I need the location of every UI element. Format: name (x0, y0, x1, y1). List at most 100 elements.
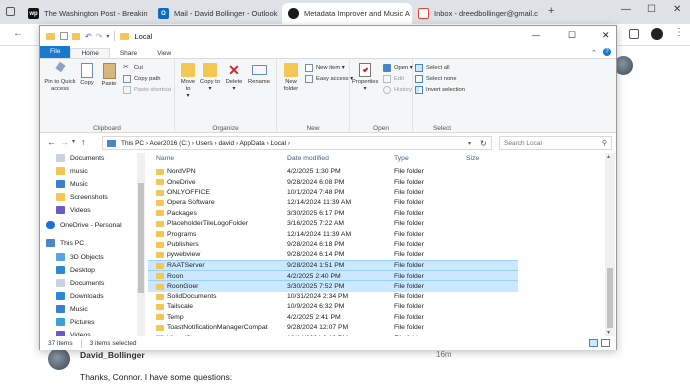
open-button[interactable]: Open ▾ (383, 64, 413, 72)
column-header-name[interactable]: Name (156, 155, 174, 162)
ribbon-collapse-icon[interactable]: ⌃ (591, 49, 597, 57)
nav-scrollbar[interactable] (137, 153, 145, 336)
large-icons-view-icon[interactable] (601, 339, 610, 347)
scroll-down-icon[interactable]: ▾ (607, 329, 610, 336)
nav-item[interactable]: Pictures (40, 316, 137, 328)
folder-icon (56, 167, 65, 175)
minimize-button[interactable]: — (621, 4, 631, 15)
select-all-button[interactable]: Select all (415, 64, 450, 72)
file-type: File folder (394, 262, 424, 270)
redo-icon[interactable]: ↷ (96, 32, 103, 41)
status-separator (80, 338, 82, 348)
copy-button[interactable]: Copy (78, 63, 96, 87)
details-view-icon[interactable] (589, 339, 598, 347)
nav-item[interactable]: music (40, 165, 137, 177)
close-icon[interactable]: × (148, 9, 150, 19)
avatar[interactable] (48, 348, 70, 370)
nav-item[interactable]: OneDrive - Personal (40, 219, 137, 231)
history-icon (383, 86, 391, 94)
edit-button[interactable]: Edit (383, 75, 404, 83)
delete-button[interactable]: ✕ Delete ▾ (223, 63, 245, 93)
invert-selection-button[interactable]: Invert selection (415, 86, 465, 94)
paste-button[interactable]: Paste (100, 63, 118, 88)
copy-path-button[interactable]: Copy path (123, 75, 160, 83)
cut-button[interactable]: ✂ Cut (123, 64, 143, 72)
window-close-button[interactable]: ✕ (673, 4, 681, 15)
properties-button[interactable]: Properties ▾ (352, 63, 378, 93)
new-item-button[interactable]: New item ▾ (305, 64, 345, 72)
minimize-button[interactable]: — (532, 31, 540, 40)
refresh-icon[interactable]: ↻ (480, 139, 487, 148)
nav-item[interactable]: Documents (40, 277, 137, 289)
history-button[interactable]: History (383, 86, 412, 94)
new-folder-icon (284, 63, 298, 77)
column-header-type[interactable]: Type (394, 155, 409, 162)
forward-icon[interactable]: → (60, 137, 69, 147)
item-count: 37 items (48, 339, 73, 347)
nav-item[interactable]: Videos (40, 204, 137, 216)
move-to-button[interactable]: Move to ▾ (178, 63, 198, 100)
column-header-date[interactable]: Date modified (287, 155, 329, 162)
browser-tab-outlook[interactable]: O Mail - David Bollinger - Outlook × (152, 3, 282, 24)
browser-tab-roon[interactable]: Metadata Improver and Music A × (282, 3, 412, 24)
close-icon[interactable]: × (538, 9, 542, 19)
properties-icon[interactable] (60, 32, 68, 40)
nav-item[interactable]: This PC (40, 237, 137, 249)
address-bar[interactable]: This PC › Acer2016 (C:) › Users › david … (102, 136, 492, 150)
nav-item[interactable]: Downloads (40, 290, 137, 302)
address-path: This PC › Acer2016 (C:) › Users › david … (121, 139, 291, 147)
copy-to-button[interactable]: Copy to ▾ (200, 63, 220, 93)
browser-tab-washington-post[interactable]: wp The Washington Post - Breakin × (22, 3, 150, 24)
select-none-button[interactable]: Select none (415, 75, 457, 83)
recent-locations-icon[interactable]: ▾ (72, 138, 75, 145)
address-dropdown-icon[interactable]: ▾ (468, 140, 471, 147)
maximize-button[interactable]: ☐ (647, 4, 656, 15)
qat-dropdown-icon[interactable]: ▾ (106, 33, 109, 40)
browser-tab-label: The Washington Post - Breakin (44, 9, 148, 18)
pin-quick-access-button[interactable]: Pin to Quick access (43, 61, 77, 93)
post-author[interactable]: David_Bollinger (80, 350, 145, 360)
paste-shortcut-button[interactable]: Paste shortcut (123, 86, 171, 94)
tab-list-icon[interactable] (6, 7, 15, 16)
nav-item[interactable]: Documents (40, 153, 137, 164)
extension-icon[interactable] (629, 29, 639, 39)
rename-icon (251, 65, 267, 75)
browser-tab-gmail[interactable]: Inbox - dreedbollinger@gmail.c × (412, 3, 542, 24)
file-date: 4/2/2025 2:40 PM (287, 272, 341, 280)
nav-scroll-thumb[interactable] (138, 183, 144, 293)
nav-item[interactable]: Desktop (40, 264, 137, 276)
new-folder-button[interactable]: New folder (280, 63, 302, 93)
nav-item[interactable]: Screenshots (40, 191, 137, 203)
tab-view[interactable]: View (147, 49, 181, 58)
window-close-button[interactable]: ✕ (602, 30, 610, 41)
back-icon[interactable]: ← (47, 137, 56, 147)
pictures-icon (56, 318, 65, 326)
search-input[interactable]: Search Local ⚲ (499, 136, 612, 150)
nav-item[interactable]: 3D Objects (40, 251, 137, 263)
back-icon[interactable]: ← (13, 28, 23, 39)
move-to-icon (181, 63, 195, 77)
help-icon[interactable]: ? (603, 48, 611, 56)
column-header-size[interactable]: Size (466, 155, 479, 162)
tab-file[interactable]: File (40, 46, 71, 58)
file-list-scrollbar[interactable]: ▴ ▾ (605, 153, 615, 336)
tab-home[interactable]: Home (70, 48, 110, 58)
undo-icon[interactable]: ↶ (85, 32, 92, 41)
maximize-button[interactable]: ☐ (568, 30, 576, 41)
up-icon[interactable]: ↑ (81, 137, 86, 147)
new-folder-icon[interactable] (72, 32, 80, 40)
nav-item[interactable]: Videos (40, 329, 137, 336)
folder-icon (156, 231, 164, 238)
rename-button[interactable]: Rename (247, 63, 271, 86)
profile-avatar[interactable] (651, 28, 663, 40)
post-time[interactable]: 16m (436, 350, 452, 359)
scroll-up-icon[interactable]: ▴ (607, 153, 610, 160)
tab-share[interactable]: Share (110, 49, 147, 58)
nav-item[interactable]: Music (40, 178, 137, 190)
easy-access-button[interactable]: Easy access ▾ (305, 75, 353, 83)
nav-item[interactable]: Music (40, 303, 137, 315)
invert-selection-icon (415, 86, 423, 94)
file-scroll-thumb[interactable] (607, 268, 613, 328)
more-icon[interactable]: ⋮ (674, 27, 684, 38)
new-tab-button[interactable]: + (548, 5, 554, 17)
